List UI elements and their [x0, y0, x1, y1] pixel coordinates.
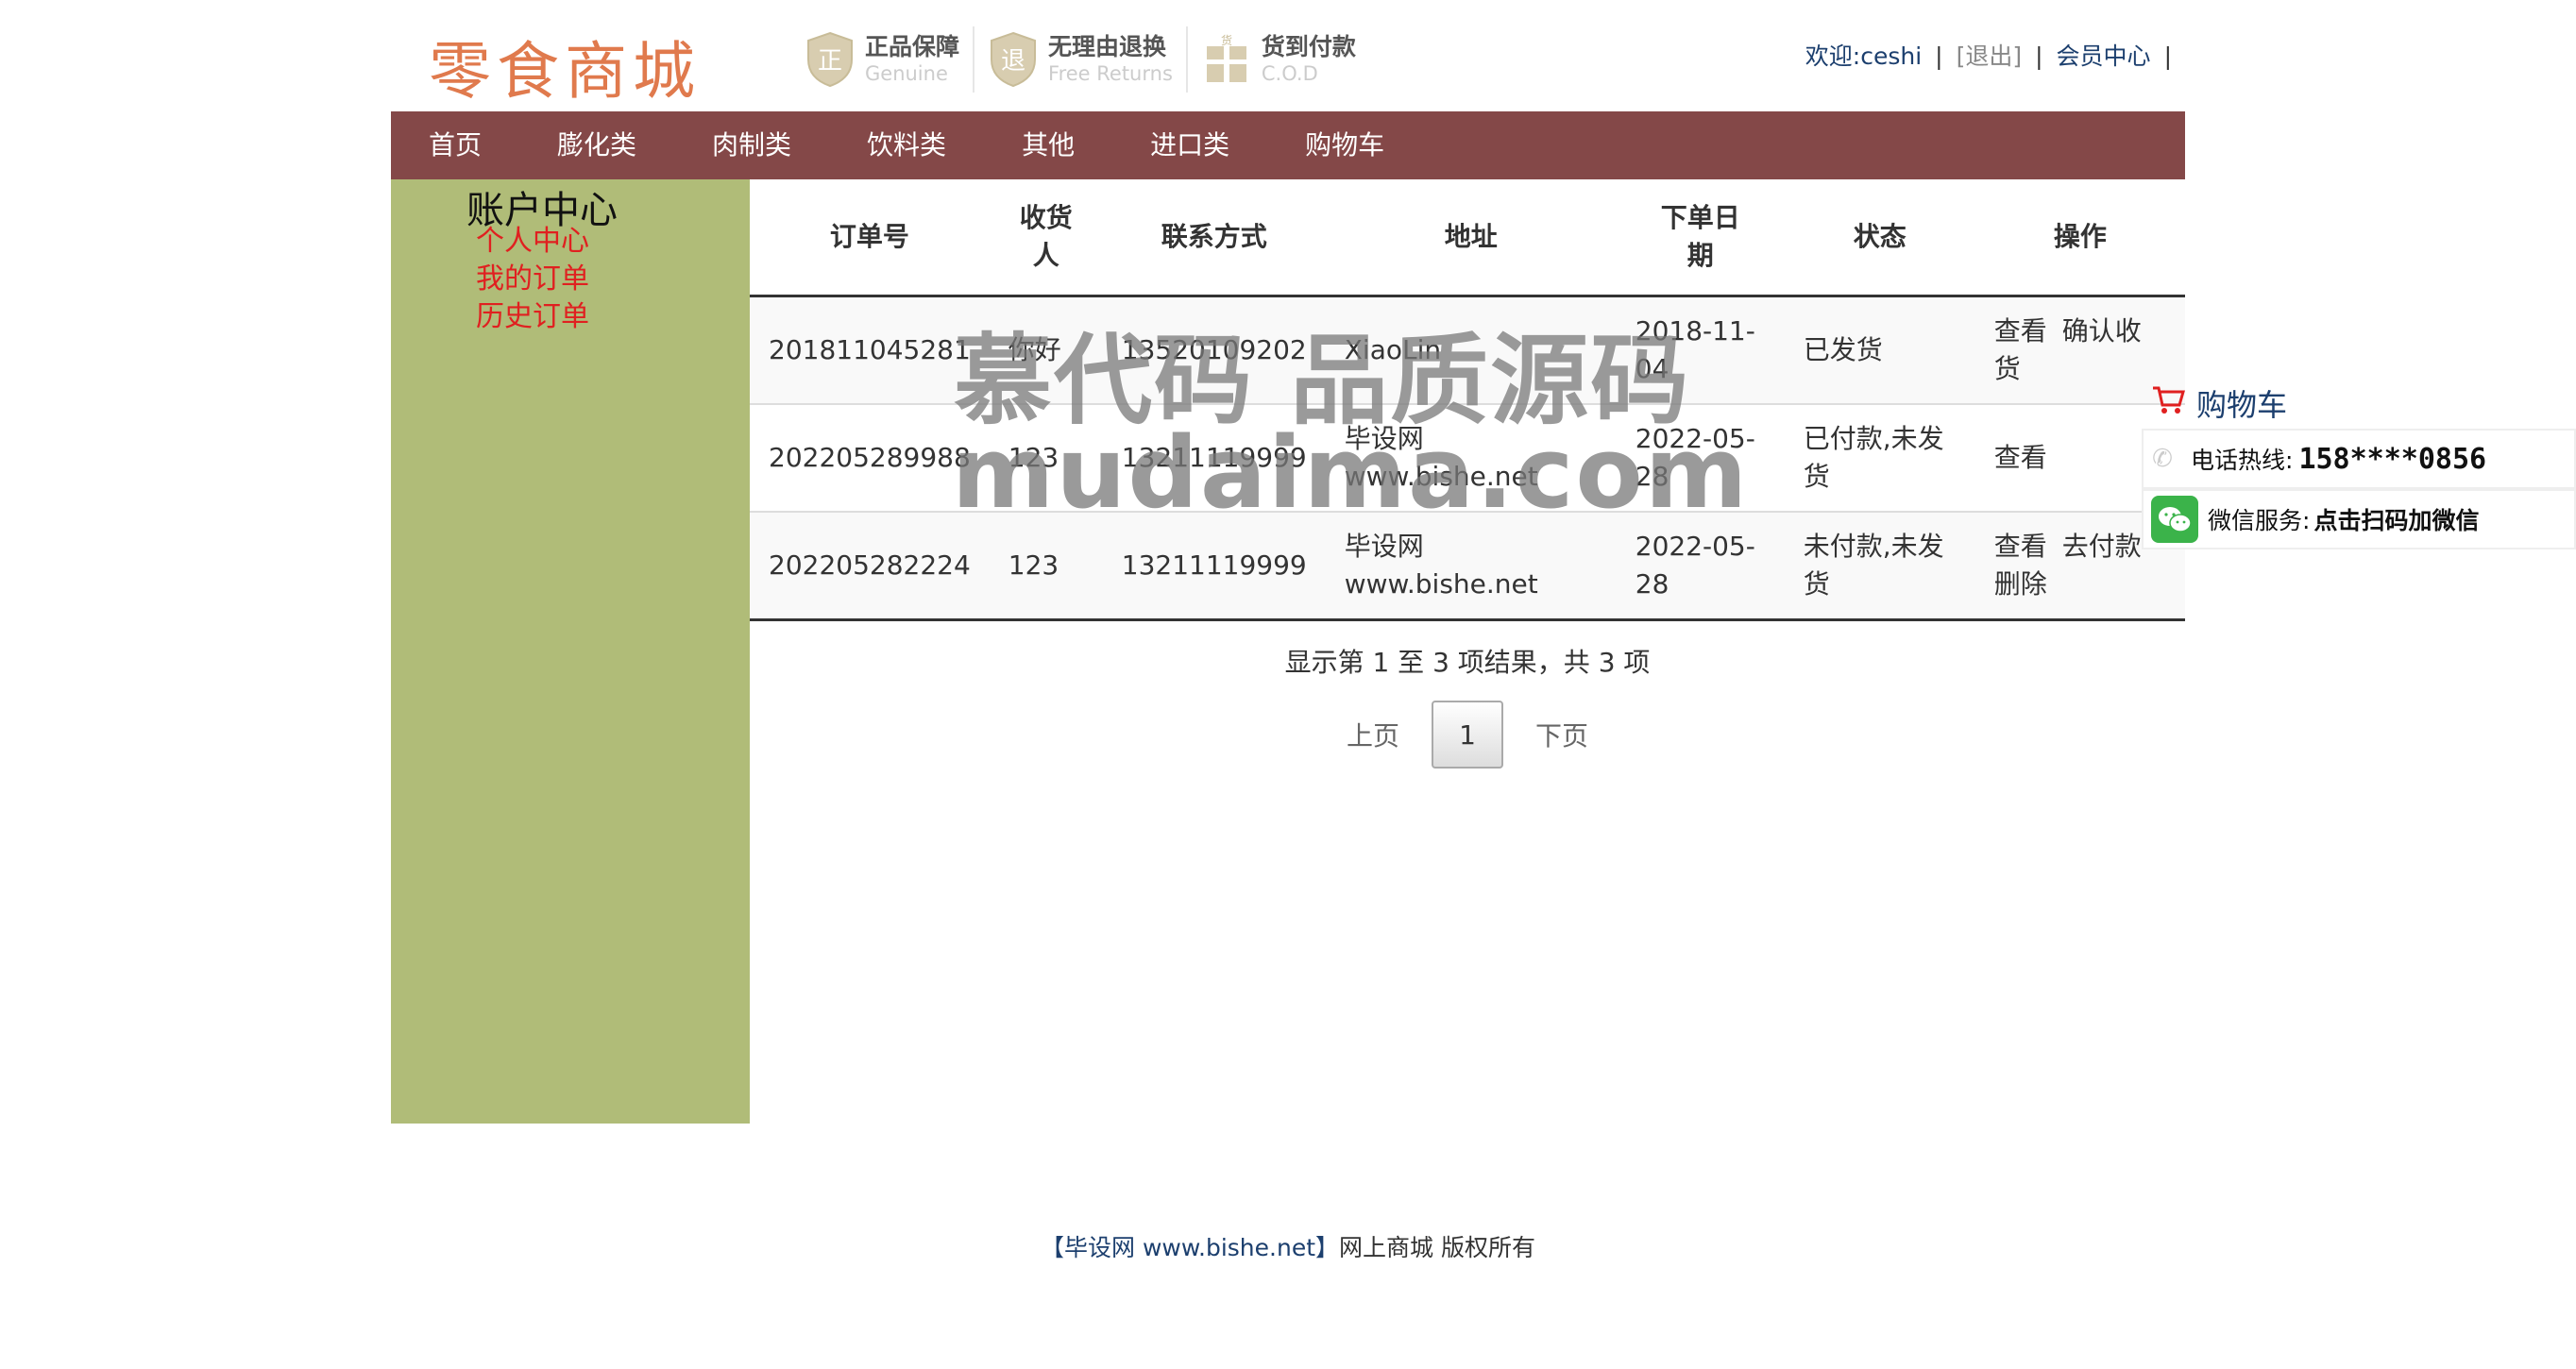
wechat-row[interactable]: 微信服务: 点击扫码加微信	[2142, 489, 2576, 549]
svg-text:货: 货	[1221, 33, 1232, 47]
phone-icon: ✆	[2152, 445, 2173, 473]
order-status: 已发货	[1784, 295, 1975, 404]
sidebar-links: 个人中心 我的订单 历史订单	[476, 223, 589, 336]
account-sidebar: 账户中心 个人中心 我的订单 历史订单	[391, 179, 750, 1124]
svg-text:正: 正	[818, 47, 842, 76]
badge-subtitle: C.O.D	[1261, 62, 1318, 85]
footer-link[interactable]: 【毕设网 www.bishe.net】	[1041, 1234, 1339, 1261]
hotline-row: ✆ 电话热线: 158****0856	[2142, 429, 2576, 489]
badge-subtitle: Genuine	[865, 62, 948, 85]
badge-returns: 退 无理由退换 Free Returns	[974, 26, 1188, 93]
view-link[interactable]: 查看	[1994, 315, 2047, 346]
nav-item-puffed[interactable]: 膨化类	[519, 111, 674, 179]
next-page-button[interactable]: 下页	[1503, 716, 1620, 753]
footer: 【毕设网 www.bishe.net】网上商城 版权所有	[0, 1229, 2576, 1263]
nav-item-imported[interactable]: 进口类	[1112, 111, 1267, 179]
cart-icon	[2151, 384, 2185, 422]
badge-title: 货到付款	[1261, 33, 1356, 60]
main-nav: 首页 膨化类 肉制类 饮料类 其他 进口类 购物车	[391, 111, 2185, 179]
pay-link[interactable]: 去付款	[2062, 531, 2142, 562]
gift-box-icon: 货	[1201, 31, 1252, 88]
badge-genuine: 正 正品保障 Genuine	[791, 26, 975, 93]
sidebar-item-history-orders[interactable]: 历史订单	[476, 298, 589, 336]
badge-subtitle: Free Returns	[1048, 62, 1173, 85]
wechat-icon	[2151, 496, 2198, 543]
col-date[interactable]: 下单日期	[1616, 179, 1785, 297]
view-link[interactable]: 查看	[1994, 531, 2047, 562]
col-status[interactable]: 状态	[1784, 179, 1975, 297]
float-cart-link[interactable]: 购物车	[2151, 381, 2287, 425]
nav-item-drinks[interactable]: 饮料类	[829, 111, 984, 179]
user-bar: 欢迎:ceshi | [退出] | 会员中心 |	[1805, 42, 2172, 70]
page-button-current[interactable]: 1	[1432, 701, 1503, 769]
wechat-label: 微信服务:	[2208, 507, 2311, 534]
nav-item-home[interactable]: 首页	[391, 111, 519, 179]
col-order-no[interactable]: 订单号	[750, 179, 990, 297]
pagination-info: 显示第 1 至 3 项结果，共 3 项	[1284, 647, 1651, 678]
logout-link[interactable]: [退出]	[1957, 42, 2023, 70]
footer-copyright: 网上商城 版权所有	[1339, 1234, 1535, 1261]
sidebar-item-personal-center[interactable]: 个人中心	[476, 223, 589, 261]
order-status: 未付款,未发货	[1784, 511, 1975, 621]
view-link[interactable]: 查看	[1994, 442, 2047, 473]
service-panel: ✆ 电话热线: 158****0856 微信服务: 点击扫码加微信	[2142, 429, 2576, 549]
nav-item-cart[interactable]: 购物车	[1267, 111, 1422, 179]
nav-item-other[interactable]: 其他	[984, 111, 1112, 179]
float-cart-label: 购物车	[2196, 387, 2288, 423]
shield-icon: 正	[805, 31, 856, 88]
prev-page-button[interactable]: 上页	[1314, 716, 1432, 753]
hotline-label: 电话热线:	[2191, 447, 2294, 474]
service-badges: 正 正品保障 Genuine 退 无理由退换 Free Returns 货 货到…	[791, 26, 1369, 93]
watermark-url: mudaima.com	[952, 415, 1750, 531]
welcome-user-link[interactable]: 欢迎:ceshi	[1805, 42, 1922, 70]
badge-title: 无理由退换	[1048, 33, 1167, 60]
shield-icon: 退	[988, 31, 1039, 88]
col-operations: 操作	[1974, 179, 2185, 297]
badge-cod: 货 货到付款 C.O.D	[1188, 26, 1369, 93]
delete-link[interactable]: 删除	[1994, 568, 2047, 600]
col-address[interactable]: 地址	[1325, 179, 1617, 297]
wechat-action[interactable]: 点击扫码加微信	[2313, 502, 2479, 536]
svg-text:退: 退	[1001, 47, 1025, 76]
badge-title: 正品保障	[865, 33, 960, 60]
order-status: 已付款,未发货	[1784, 403, 1975, 512]
hotline-number: 158****0856	[2298, 442, 2487, 476]
nav-item-meat[interactable]: 肉制类	[674, 111, 829, 179]
col-receiver[interactable]: 收货人	[989, 179, 1103, 297]
col-phone[interactable]: 联系方式	[1102, 179, 1326, 297]
pagination: 上页 1 下页	[750, 701, 2185, 769]
site-logo[interactable]: 零食商城	[429, 21, 701, 111]
member-center-link[interactable]: 会员中心	[2057, 42, 2151, 70]
sidebar-item-my-orders[interactable]: 我的订单	[476, 261, 589, 298]
